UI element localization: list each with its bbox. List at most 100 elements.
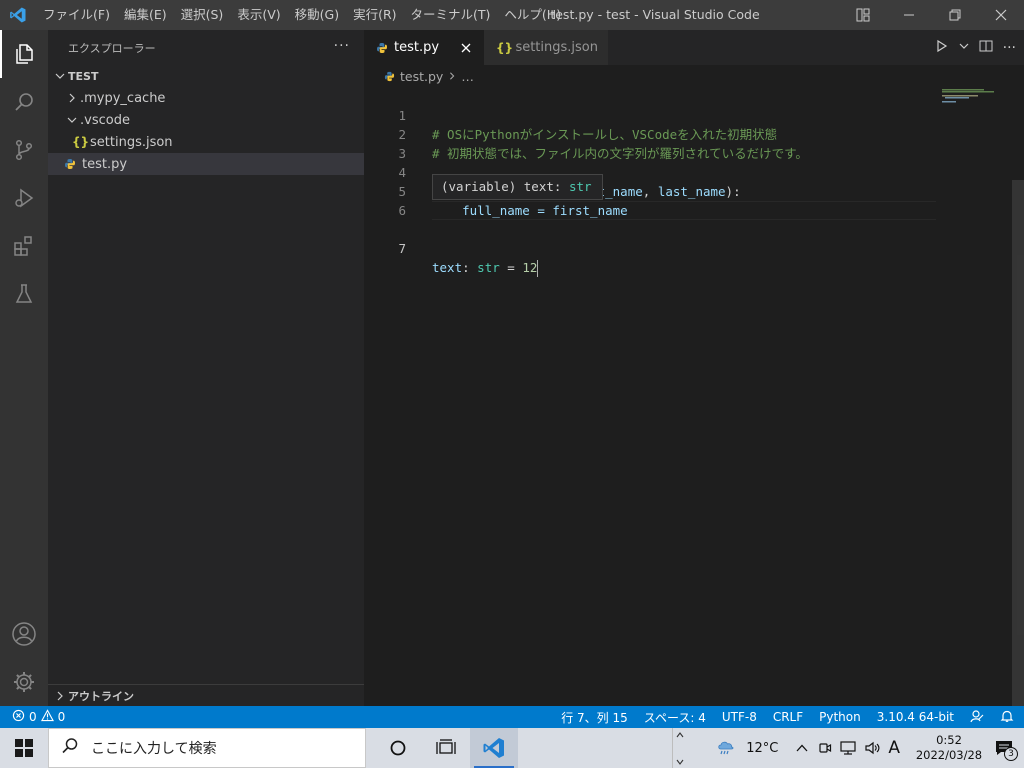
explorer-title: エクスプローラー (68, 41, 156, 55)
menu-edit[interactable]: 編集(E) (117, 0, 174, 30)
outline-label: アウトライン (68, 689, 134, 703)
run-file-icon[interactable] (935, 39, 949, 57)
notification-center-icon[interactable]: 3 (984, 728, 1024, 768)
language-mode[interactable]: Python (819, 710, 861, 724)
ime-indicator[interactable]: A (888, 738, 900, 758)
warning-count: 0 (57, 710, 66, 724)
layout-icon[interactable] (840, 0, 886, 30)
code-variable: text (432, 260, 463, 275)
account-icon[interactable] (0, 610, 48, 658)
taskbar: ここに入力して検索 12°C A 0:52 2022/03/28 3 (0, 728, 1024, 768)
menu-selection[interactable]: 選択(S) (174, 0, 231, 30)
file-settings-json[interactable]: {} settings.json (48, 131, 364, 153)
code-punct: = (499, 260, 523, 275)
taskbar-scroll[interactable] (672, 728, 686, 768)
volume-icon[interactable] (864, 741, 880, 755)
python-file-icon (376, 42, 394, 54)
editor-area: test.py {} settings.json ··· test.py … 1… (364, 30, 1024, 706)
code-type: str (477, 260, 500, 275)
code-number: 12 (522, 260, 538, 275)
source-control-icon[interactable] (0, 126, 48, 174)
clock-date: 2022/03/28 (915, 748, 983, 762)
code-editor[interactable]: 1 # OSにPythonがインストールし、VSCodeを入れた初期状態 2 #… (364, 87, 1024, 277)
clock[interactable]: 0:52 2022/03/28 (914, 733, 984, 763)
restore-button[interactable] (932, 0, 978, 30)
folder-vscode[interactable]: .vscode (48, 109, 364, 131)
explorer-icon[interactable] (0, 30, 48, 78)
json-file-icon: {} (72, 135, 90, 149)
error-count: 0 (29, 710, 37, 724)
menu-go[interactable]: 移動(G) (288, 0, 346, 30)
minimize-button[interactable] (886, 0, 932, 30)
chevron-down-icon (676, 754, 684, 768)
chevron-right-icon (448, 72, 456, 80)
menu-file[interactable]: ファイル(F) (36, 0, 117, 30)
testing-icon[interactable] (0, 270, 48, 318)
menu-view[interactable]: 表示(V) (230, 0, 287, 30)
search-icon[interactable] (0, 78, 48, 126)
breadcrumb: test.py … (364, 65, 1024, 87)
menu-terminal[interactable]: ターミナル(T) (404, 0, 498, 30)
windows-start-icon[interactable] (0, 728, 48, 768)
temperature[interactable]: 12°C (746, 741, 778, 756)
breadcrumb-symbol[interactable]: … (461, 69, 474, 84)
explorer-sidebar: エクスプローラー ··· TEST .mypy_cache .vscode {}… (48, 30, 364, 706)
cortana-icon[interactable] (374, 728, 422, 768)
end-of-line[interactable]: CRLF (773, 710, 803, 724)
extensions-icon[interactable] (0, 222, 48, 270)
taskbar-vscode-icon[interactable] (470, 728, 518, 768)
folder-mypy-cache[interactable]: .mypy_cache (48, 87, 364, 109)
menu-bar: ファイル(F) 編集(E) 選択(S) 表示(V) 移動(G) 実行(R) ター… (36, 0, 568, 30)
vscode-logo-icon (0, 0, 36, 30)
vertical-scrollbar[interactable] (1012, 180, 1024, 706)
run-debug-icon[interactable] (0, 174, 48, 222)
encoding[interactable]: UTF-8 (722, 710, 757, 724)
problems-indicator[interactable]: 0 0 (0, 709, 65, 725)
menu-run[interactable]: 実行(R) (346, 0, 403, 30)
json-file-icon: {} (496, 40, 514, 55)
python-interpreter[interactable]: 3.10.4 64-bit (877, 710, 954, 724)
python-file-icon (64, 158, 82, 170)
folder-root-test[interactable]: TEST (48, 65, 364, 87)
minimap[interactable] (940, 87, 1012, 107)
python-file-icon (384, 71, 400, 82)
activity-bar (0, 30, 48, 706)
file-label: test.py (82, 156, 128, 172)
more-actions-icon[interactable]: ··· (1003, 40, 1016, 56)
tab-test-py[interactable]: test.py (364, 30, 484, 65)
system-tray: 12°C A 0:52 2022/03/28 3 (716, 728, 1024, 768)
warning-icon (40, 709, 54, 725)
code-line: 1 # OSにPythonがインストールし、VSCodeを入れた初期状態 (364, 87, 1024, 142)
folder-label: .vscode (80, 112, 130, 128)
meet-now-icon[interactable] (818, 741, 832, 755)
close-icon[interactable] (458, 40, 474, 56)
tab-settings-json[interactable]: {} settings.json (484, 30, 608, 65)
code-line: 3 (364, 125, 1024, 161)
search-icon (61, 737, 79, 759)
chevron-up-icon[interactable] (796, 744, 808, 752)
outline-section[interactable]: アウトライン (48, 684, 364, 706)
feedback-icon[interactable] (970, 709, 984, 726)
task-view-icon[interactable] (422, 728, 470, 768)
settings-gear-icon[interactable] (0, 658, 48, 706)
error-icon (12, 709, 25, 725)
line-number: 7 (398, 241, 406, 256)
weather-rain-icon[interactable] (716, 738, 738, 758)
more-actions-icon[interactable]: ··· (334, 38, 350, 54)
file-test-py[interactable]: test.py (48, 153, 364, 175)
network-icon[interactable] (840, 741, 856, 755)
split-editor-icon[interactable] (979, 39, 993, 57)
indentation[interactable]: スペース: 4 (644, 709, 706, 726)
breadcrumb-file[interactable]: test.py (400, 69, 443, 84)
cursor-position[interactable]: 行 7、列 15 (561, 709, 628, 726)
chevron-right-icon (64, 93, 80, 103)
chevron-down-icon[interactable] (959, 40, 969, 55)
close-button[interactable] (978, 0, 1024, 30)
tab-label: test.py (394, 40, 440, 55)
notifications-bell-icon[interactable] (1000, 709, 1014, 726)
clock-time: 0:52 (936, 733, 962, 747)
status-bar: 0 0 行 7、列 15 スペース: 4 UTF-8 CRLF Python 3… (0, 706, 1024, 728)
taskbar-search-input[interactable]: ここに入力して検索 (48, 728, 366, 768)
folder-label: TEST (68, 69, 99, 83)
notification-count-badge: 3 (1004, 747, 1018, 761)
